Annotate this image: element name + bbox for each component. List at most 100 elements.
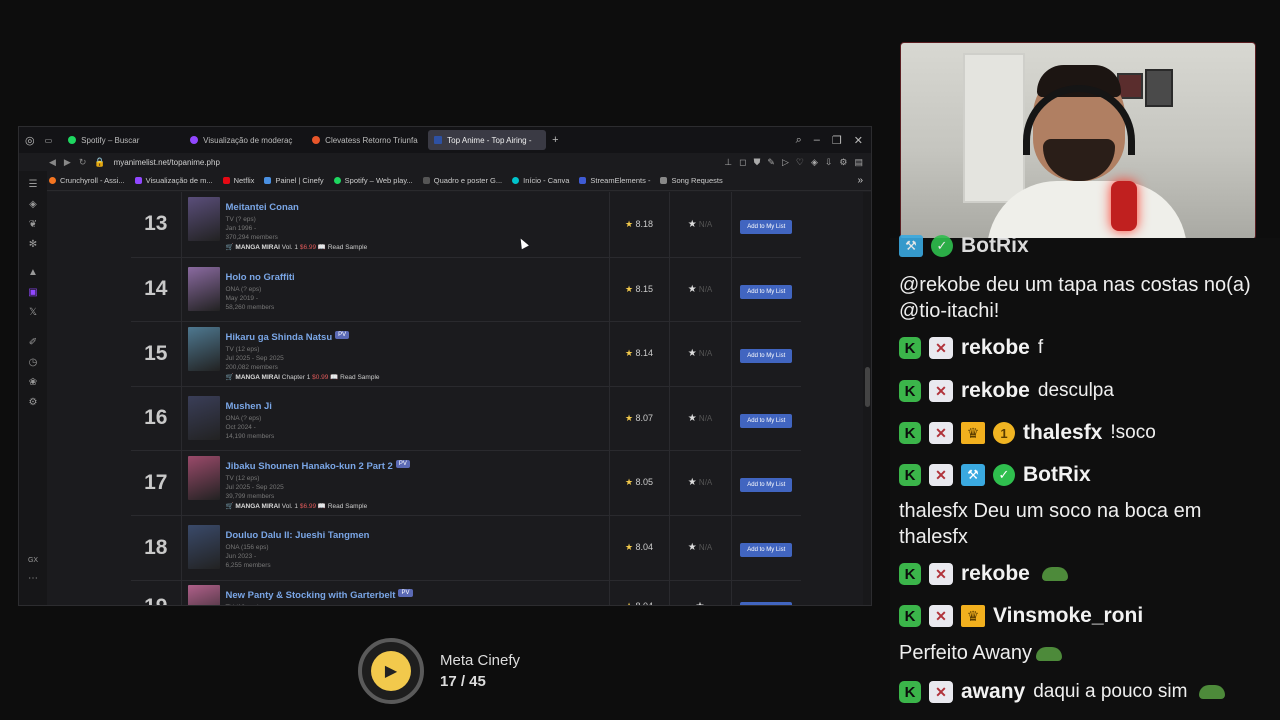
lock-icon: 🔒 (94, 156, 106, 167)
add-to-list-button[interactable]: Add to My List (740, 602, 793, 605)
translate-icon[interactable]: ✎ (767, 157, 775, 168)
anime-thumbnail[interactable] (187, 395, 220, 440)
tab-top-anime[interactable]: Top Anime - Top Airing - (428, 130, 547, 150)
back-icon[interactable]: ◀ (49, 157, 56, 168)
sidebar-gx-icon[interactable]: GX (28, 557, 38, 564)
screenshot-icon[interactable]: ◻ (739, 157, 746, 168)
crown-icon: ♛ (961, 422, 985, 444)
pv-badge[interactable]: PV (395, 460, 410, 469)
anime-title-link[interactable]: Holo no Graffiti (226, 272, 295, 283)
bookmark-moderation[interactable]: Visualização de m... (134, 176, 213, 185)
scrollbar[interactable] (863, 192, 871, 605)
add-to-list-button[interactable]: Add to My List (740, 349, 793, 363)
extension-icon[interactable]: ◈ (811, 157, 818, 168)
anime-title-link[interactable]: Meitantei Conan (226, 202, 299, 213)
url-field[interactable]: myanimelist.net/topanime.php (114, 158, 220, 167)
sidebar-brush-icon[interactable]: ✐ (29, 337, 37, 348)
bookmark-poster[interactable]: Quadro e poster G... (422, 176, 502, 185)
star-icon: ★ (625, 601, 633, 605)
anime-members: 39,799 members (225, 492, 275, 500)
star-icon: ★ (624, 348, 634, 358)
your-score-cell: ★ N/A (668, 321, 731, 387)
anime-thumbnail[interactable] (187, 197, 220, 242)
play-icon[interactable]: ▷ (782, 157, 789, 168)
anime-title-link[interactable]: Hikaru ga Shinda Natsu (226, 332, 333, 343)
scrollbar-thumb[interactable] (865, 367, 870, 407)
pin-icon[interactable]: ⊥ (724, 157, 732, 168)
bookmark-crunchyroll[interactable]: Crunchyroll - Assi... (49, 176, 125, 185)
bookmark-streamelements[interactable]: StreamElements - (579, 176, 650, 185)
sidebar-compass-icon[interactable]: ◈ (29, 199, 37, 210)
manga-mirai-promo[interactable]: 🛒 MANGA MIRAI Vol. 1 $6.99 📖 Read Sample (226, 243, 368, 251)
sidebar-clock-icon[interactable]: ◷ (29, 357, 38, 368)
browser-logo-icon: ◎ (25, 134, 35, 147)
manga-mirai-promo[interactable]: 🛒 MANGA MIRAI Vol. 1 $6.99 📖 Read Sample (226, 502, 410, 510)
pv-badge[interactable]: PV (398, 589, 413, 598)
anime-info: Mushen Ji ONA (? eps) Oct 2024 -14,190 mem… (180, 386, 609, 451)
anime-thumbnail[interactable] (187, 266, 220, 311)
anime-title-link[interactable]: Mushen Ji (226, 401, 272, 412)
sidebar-arrow-icon[interactable]: ▲ (28, 267, 38, 278)
sidebar-settings-icon[interactable]: ⚙ (29, 397, 38, 408)
page-content: 13 Meitantei Conan TV (? eps) Jan 1996 -370… (47, 192, 863, 605)
anime-thumbnail[interactable] (187, 584, 220, 605)
anime-thumbnail[interactable] (187, 525, 220, 569)
sidebar-toggle-icon[interactable]: ▤ (854, 157, 863, 168)
sidebar-cat-icon[interactable]: ❀ (29, 377, 37, 388)
tab-overview-icon[interactable]: ▭ (45, 136, 53, 145)
tab-clevatess[interactable]: Clevatess Retorno Triunfa (306, 130, 424, 150)
sidebar-puzzle-icon[interactable]: ✻ (29, 239, 37, 250)
your-score-cell: ★ N/A (668, 192, 731, 258)
add-to-list-button[interactable]: Add to My List (740, 413, 793, 428)
more-bookmarks-icon[interactable]: » (857, 175, 871, 186)
anime-thumbnail[interactable] (187, 455, 220, 500)
star-icon: ★ (687, 283, 697, 295)
x-badge-icon: ✕ (929, 380, 953, 402)
spotify-icon (68, 136, 77, 144)
add-to-list-button[interactable]: Add to My List (740, 284, 793, 299)
bookmark-song-requests[interactable]: Song Requests (660, 176, 723, 185)
add-to-list-button[interactable]: Add to My List (740, 543, 793, 557)
heart-icon[interactable]: ♡ (796, 157, 804, 168)
anime-title-link[interactable]: New Panty & Stocking with Garterbelt (226, 590, 396, 601)
close-button[interactable]: ✕ (854, 134, 863, 147)
bookmark-cinefy[interactable]: Painel | Cinefy (264, 176, 324, 185)
anime-title-link[interactable]: Jibaku Shounen Hanako-kun 2 Part 2 (226, 461, 393, 472)
anime-type: ONA (156 eps) (225, 544, 269, 551)
download-icon[interactable]: ⇩ (825, 157, 833, 168)
search-tabs-icon[interactable]: ⌕ (796, 134, 802, 147)
anime-members: 6,255 members (225, 562, 271, 569)
tab-moderation[interactable]: Visualização de moderaç (184, 130, 302, 150)
anime-title-link[interactable]: Douluo Dalu II: Jueshi Tangmen (226, 530, 370, 541)
anime-type: TV (12 eps) (225, 474, 260, 482)
chat-username: thalesfx (1023, 421, 1103, 444)
shield-icon[interactable]: ⛊ (754, 157, 761, 168)
gear-icon[interactable]: ⚙ (839, 157, 847, 168)
verified-icon: ✓ (993, 464, 1015, 486)
bookmark-netflix[interactable]: Netflix (222, 176, 254, 185)
add-to-list-button[interactable]: Add to My List (740, 219, 793, 234)
ranking-row: 13 Meitantei Conan TV (? eps) Jan 1996 -370… (131, 192, 801, 258)
reload-icon[interactable]: ↻ (79, 157, 87, 168)
bookmark-canva[interactable]: Início - Canva (512, 176, 569, 185)
pv-badge[interactable]: PV (335, 331, 350, 340)
new-tab-button[interactable]: + (552, 134, 558, 146)
anime-thumbnail[interactable] (187, 326, 220, 371)
bookmark-spotify[interactable]: Spotify – Web play... (333, 176, 413, 185)
sidebar-fruit-icon[interactable]: ❦ (29, 219, 37, 230)
minimize-button[interactable]: – (814, 134, 820, 147)
tab-spotify[interactable]: Spotify – Buscar (62, 130, 180, 150)
sidebar-twitch-icon[interactable]: ▣ (28, 287, 37, 298)
sidebar-more-icon[interactable]: ⋯ (28, 573, 38, 584)
forward-icon[interactable]: ▶ (64, 157, 71, 168)
manga-mirai-promo[interactable]: 🛒 MANGA MIRAI Chapter 1 $0.99 📖 Read Sam… (226, 373, 380, 381)
sidebar-x-icon[interactable]: 𝕏 (29, 307, 37, 318)
your-score-cell: ★ N/A (668, 450, 731, 516)
sidebar-panel-icon[interactable]: ☰ (29, 179, 38, 190)
now-playing-count: 17 / 45 (440, 673, 486, 690)
score-cell: ★ 8.07 (608, 386, 669, 451)
score-cell: ★ 8.18 (608, 192, 669, 258)
add-to-list-button[interactable]: Add to My List (740, 478, 793, 492)
chat-message: K ✕ rekobe desculpa (899, 379, 1114, 403)
maximize-button[interactable]: ❐ (832, 134, 842, 147)
